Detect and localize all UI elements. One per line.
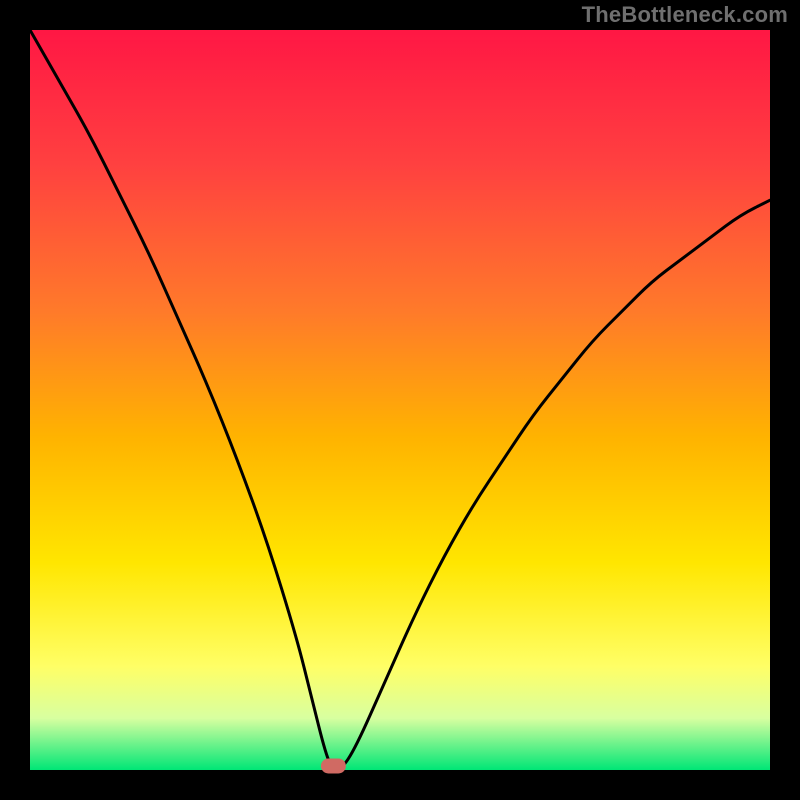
plot-area bbox=[30, 30, 770, 770]
optimal-point-marker bbox=[321, 759, 345, 773]
bottleneck-chart bbox=[0, 0, 800, 800]
chart-stage: TheBottleneck.com bbox=[0, 0, 800, 800]
